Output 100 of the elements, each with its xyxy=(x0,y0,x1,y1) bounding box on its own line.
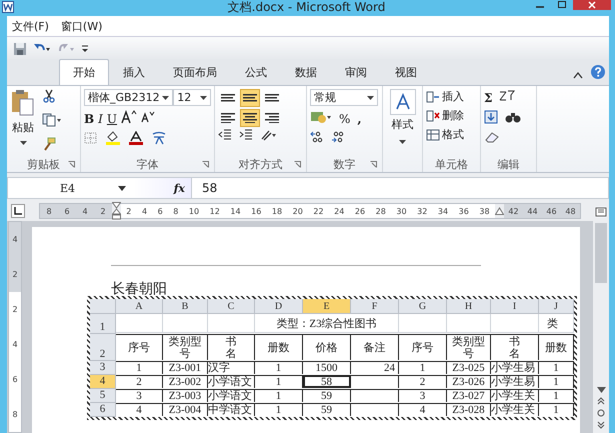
align-lines-icon xyxy=(221,112,235,124)
table-cell: 中学语文 xyxy=(208,403,255,416)
table-cell: Z3-026 xyxy=(447,375,491,388)
ruler-number: 12 xyxy=(210,206,220,216)
table-cell: 2 xyxy=(116,375,163,388)
ribbon-tab[interactable]: 插入 xyxy=(109,59,159,85)
ruler-number: 30 xyxy=(396,206,407,216)
align-button[interactable] xyxy=(240,109,260,127)
column-header[interactable]: B xyxy=(163,299,208,314)
save-icon[interactable] xyxy=(13,42,27,56)
underline-button[interactable]: U xyxy=(106,112,118,126)
scroll-down-icon[interactable] xyxy=(596,387,606,393)
ribbon-tab[interactable]: 审阅 xyxy=(331,59,381,85)
italic-button[interactable]: I xyxy=(98,112,103,126)
column-header[interactable]: C xyxy=(208,299,255,314)
right-indent-icon[interactable] xyxy=(495,207,504,215)
scroll-thumb[interactable] xyxy=(595,223,607,283)
menu-item[interactable]: 文件(F) xyxy=(12,18,49,34)
ribbon-tab[interactable]: 公式 xyxy=(231,59,281,85)
help-icon[interactable] xyxy=(591,65,605,79)
row-header[interactable]: 6 xyxy=(90,403,116,417)
insert-cells-button[interactable]: 插入 xyxy=(426,89,477,104)
table-cell: Z3-004 xyxy=(163,403,208,416)
column-heading-cell: 类别型号 xyxy=(163,334,208,360)
delete-cells-button[interactable]: 删除 xyxy=(426,108,477,123)
column-header[interactable]: H xyxy=(447,299,491,314)
column-header[interactable]: I xyxy=(491,299,539,314)
ribbon-tab[interactable]: 页面布局 xyxy=(159,59,231,85)
column-header[interactable]: D xyxy=(255,299,303,314)
browse-object-icon[interactable] xyxy=(597,409,605,417)
customize-toolbar-icon[interactable] xyxy=(81,44,89,54)
menu-item[interactable]: 窗口(W) xyxy=(60,18,102,34)
ribbon-tab[interactable]: 数据 xyxy=(281,59,331,85)
fill-color-icon[interactable] xyxy=(105,131,121,148)
table-cell xyxy=(208,314,255,333)
column-heading-cell: 序号 xyxy=(399,334,447,360)
table-cell: 小学语文 xyxy=(208,389,255,402)
table-cell: 类 xyxy=(539,314,574,333)
styles-icon[interactable] xyxy=(390,89,416,115)
column-header[interactable]: J xyxy=(539,299,574,314)
ribbon-tab[interactable]: 视图 xyxy=(381,59,431,85)
next-page-icon[interactable] xyxy=(597,421,605,429)
column-header[interactable]: F xyxy=(351,299,399,314)
percent-button[interactable]: % xyxy=(339,112,350,126)
table-cell: 小学生易 xyxy=(491,375,539,388)
bold-button[interactable]: B xyxy=(84,112,94,126)
vertical-scrollbar[interactable] xyxy=(593,221,609,433)
column-header[interactable]: E xyxy=(303,299,351,314)
table-cell: 1 xyxy=(539,389,574,402)
row-header[interactable]: 5 xyxy=(90,389,116,403)
autosum-button[interactable]: Σ xyxy=(484,90,492,104)
dialog-launcher-icon[interactable] xyxy=(202,160,209,168)
table-cell: Z3-003 xyxy=(163,389,208,402)
embedded-spreadsheet[interactable] xyxy=(87,296,577,420)
previous-page-icon[interactable] xyxy=(597,397,605,405)
table-cell: 3 xyxy=(116,389,163,402)
table-cell: Z3-028 xyxy=(447,403,491,416)
row-header[interactable]: 2 xyxy=(90,334,116,361)
tab-stop-selector[interactable] xyxy=(11,204,25,218)
column-heading-cell: 类别型号 xyxy=(447,334,491,360)
insert-cells-icon xyxy=(426,90,440,102)
ruler-number: 4 xyxy=(12,340,18,349)
column-header[interactable]: A xyxy=(116,299,163,314)
font-size-field[interactable]: 12 xyxy=(173,89,211,106)
table-cell: 2 xyxy=(399,375,447,388)
format-cells-button[interactable]: 格式 xyxy=(426,127,477,142)
table-cell xyxy=(447,314,491,333)
table-cell xyxy=(163,314,208,333)
table-cell: 59 xyxy=(303,403,351,416)
ruler-number: 18 xyxy=(272,206,282,216)
window-title: 文档.docx - Microsoft Word xyxy=(226,0,386,14)
table-cell: 1 xyxy=(255,403,303,416)
align-button[interactable] xyxy=(240,89,260,107)
collapse-ribbon-icon[interactable] xyxy=(573,71,583,79)
indent-marker-icon[interactable] xyxy=(112,202,121,220)
name-box[interactable]: E4 xyxy=(8,182,132,194)
paste-button[interactable]: 粘贴 xyxy=(12,120,34,135)
formula-field[interactable]: 58 xyxy=(192,181,218,195)
row-header[interactable]: 1 xyxy=(90,314,116,334)
column-heading-cell: 册数 xyxy=(255,334,303,360)
close-button[interactable] xyxy=(572,0,611,10)
styles-button[interactable]: 样式 xyxy=(392,117,414,132)
dialog-launcher-icon[interactable] xyxy=(294,160,301,168)
dialog-launcher-icon[interactable] xyxy=(370,160,377,168)
align-lines-icon xyxy=(243,112,257,124)
font-name-field[interactable]: 楷体_GB2312 xyxy=(84,89,174,106)
comma-button[interactable]: , xyxy=(357,112,362,126)
align-lines-icon xyxy=(265,94,279,102)
number-format-field[interactable]: 常规 xyxy=(310,89,378,106)
view-ruler-icon[interactable] xyxy=(595,205,607,217)
font-color-icon[interactable] xyxy=(128,131,144,148)
ruler-number: 46 xyxy=(546,206,557,216)
dialog-launcher-icon[interactable] xyxy=(68,160,75,168)
table-cell: 24 xyxy=(351,361,399,374)
row-header[interactable]: 4 xyxy=(90,375,116,389)
row-header[interactable]: 3 xyxy=(90,361,116,375)
ruler-number: 48 xyxy=(565,206,576,216)
grid-icon xyxy=(426,128,440,140)
ribbon-tab[interactable]: 开始 xyxy=(59,59,109,85)
column-header[interactable]: G xyxy=(399,299,447,314)
